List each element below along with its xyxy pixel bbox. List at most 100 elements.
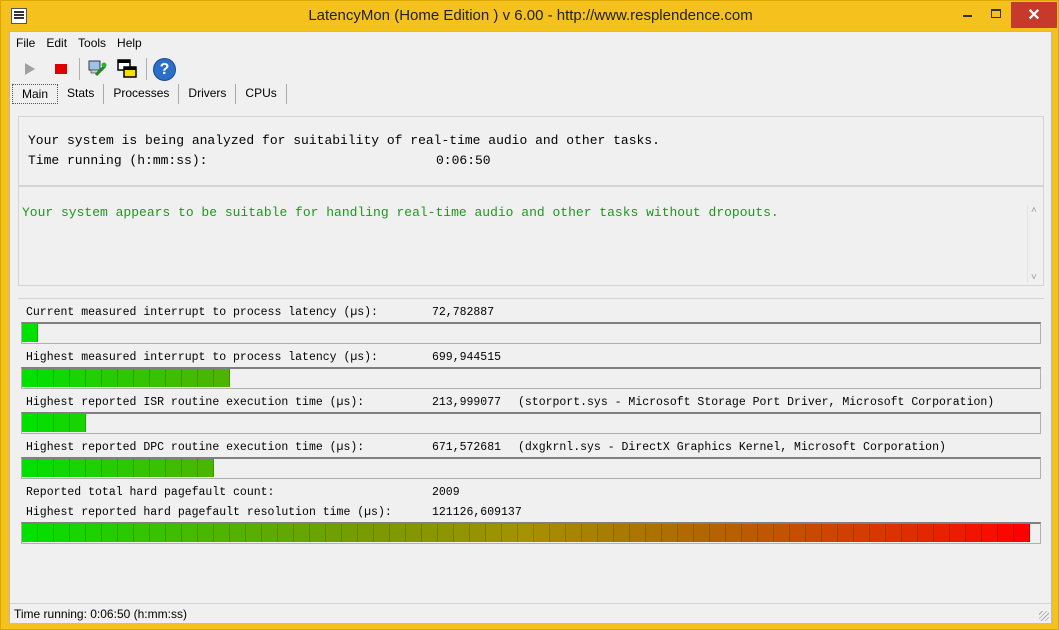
- title-bar[interactable]: LatencyMon (Home Edition ) v 6.00 - http…: [1, 1, 1059, 31]
- minimize-button[interactable]: [951, 2, 981, 28]
- maximize-button[interactable]: [981, 2, 1011, 28]
- toolbar: ?: [16, 55, 180, 83]
- tab-main[interactable]: Main: [12, 84, 59, 104]
- time-running-value: 0:06:50: [436, 153, 491, 168]
- highest-isr-label: Highest reported ISR routine execution t…: [26, 396, 365, 409]
- meter-cell: [22, 414, 38, 432]
- tab-processes[interactable]: Processes: [104, 84, 180, 104]
- close-button[interactable]: ✕: [1011, 2, 1057, 28]
- windows-button[interactable]: [113, 56, 141, 82]
- meter-cell: [310, 524, 326, 542]
- meter-cell: [566, 524, 582, 542]
- meter-cell: [246, 524, 262, 542]
- current-latency-label: Current measured interrupt to process la…: [26, 306, 378, 319]
- meter-cell: [150, 459, 166, 477]
- verdict-scrollbar[interactable]: ˄ ˅: [1027, 205, 1041, 283]
- highest-dpc-detail: (dxgkrnl.sys - DirectX Graphics Kernel, …: [518, 441, 946, 454]
- highest-latency-value: 699,944515: [432, 351, 502, 364]
- start-button[interactable]: [16, 56, 44, 82]
- meter-cell: [134, 459, 150, 477]
- meter-cell: [22, 324, 38, 342]
- meter-cell: [886, 524, 902, 542]
- meter-cell: [806, 524, 822, 542]
- meter-cell: [182, 369, 198, 387]
- highest-dpc-value: 671,572681: [432, 441, 502, 454]
- menu-file[interactable]: File: [10, 34, 40, 52]
- meter-cell: [422, 524, 438, 542]
- tab-cpus[interactable]: CPUs: [236, 84, 287, 104]
- menu-edit[interactable]: Edit: [40, 34, 72, 52]
- tab-strip: Main Stats Processes Drivers CPUs: [12, 84, 287, 104]
- meter-cell: [38, 369, 54, 387]
- tab-processes-label: Processes: [113, 86, 170, 100]
- meter-cell: [134, 524, 150, 542]
- stop-button[interactable]: [46, 56, 74, 82]
- menu-tools[interactable]: Tools: [72, 34, 111, 52]
- meter-cell: [662, 524, 678, 542]
- tab-stats-label: Stats: [67, 86, 95, 100]
- meter-cell: [70, 414, 86, 432]
- menu-tools-label: Tools: [78, 36, 107, 50]
- highest-latency-label: Highest measured interrupt to process la…: [26, 351, 378, 364]
- meter-cell: [118, 524, 134, 542]
- meter-cell: [518, 524, 534, 542]
- meter-cell: [470, 524, 486, 542]
- toolbar-separator: [79, 58, 80, 80]
- highest-dpc-bar-fill: [22, 459, 214, 477]
- meter-cell: [774, 524, 790, 542]
- meter-cell: [214, 369, 230, 387]
- meter-cell: [374, 524, 390, 542]
- tab-drivers-label: Drivers: [188, 86, 227, 100]
- meter-cell: [86, 369, 102, 387]
- tab-stats[interactable]: Stats: [58, 84, 105, 104]
- highest-isr-bar: [21, 412, 1041, 434]
- help-icon: ?: [153, 58, 176, 81]
- meter-cell: [54, 524, 70, 542]
- pagefault-time-bar: [21, 522, 1041, 544]
- meter-cell: [22, 459, 38, 477]
- meter-cell: [150, 524, 166, 542]
- resize-grip-icon[interactable]: [1039, 611, 1049, 621]
- pagefault-count-value: 2009: [432, 486, 460, 499]
- tab-drivers[interactable]: Drivers: [179, 84, 237, 104]
- meter-cell: [198, 369, 214, 387]
- meter-cell: [854, 524, 870, 542]
- meter-cell: [502, 524, 518, 542]
- scroll-down-icon[interactable]: ˅: [1031, 272, 1037, 283]
- meter-cell: [390, 524, 406, 542]
- analyze-button[interactable]: [83, 56, 111, 82]
- pagefault-count-label: Reported total hard pagefault count:: [26, 486, 275, 499]
- menu-help[interactable]: Help: [111, 34, 147, 52]
- meter-cell: [198, 459, 214, 477]
- help-button[interactable]: ?: [150, 56, 178, 82]
- meter-cell: [278, 524, 294, 542]
- tab-cpus-label: CPUs: [245, 86, 277, 100]
- meter-cell: [102, 369, 118, 387]
- meter-cell: [646, 524, 662, 542]
- meter-cell: [150, 369, 166, 387]
- meter-cell: [726, 524, 742, 542]
- meter-cell: [70, 369, 86, 387]
- meter-cell: [326, 524, 342, 542]
- analyze-icon: [88, 60, 107, 77]
- meter-cell: [38, 459, 54, 477]
- meter-cell: [822, 524, 838, 542]
- meter-cell: [902, 524, 918, 542]
- meter-cell: [550, 524, 566, 542]
- meter-cell: [262, 524, 278, 542]
- highest-isr-bar-fill: [22, 414, 86, 432]
- meter-cell: [118, 459, 134, 477]
- meter-cell: [182, 459, 198, 477]
- meter-cell: [582, 524, 598, 542]
- current-latency-value: 72,782887: [432, 306, 495, 319]
- current-latency-bar: [21, 322, 1041, 344]
- scroll-up-icon[interactable]: ˄: [1031, 205, 1037, 216]
- meter-cell: [166, 459, 182, 477]
- meter-cell: [166, 524, 182, 542]
- menu-bar: File Edit Tools Help: [10, 34, 147, 52]
- meter-cell: [838, 524, 854, 542]
- tab-main-label: Main: [22, 87, 49, 101]
- verdict-panel[interactable]: Your system appears to be suitable for h…: [18, 186, 1044, 286]
- windows-icon: [117, 59, 137, 78]
- highest-isr-detail: (storport.sys - Microsoft Storage Port D…: [518, 396, 995, 409]
